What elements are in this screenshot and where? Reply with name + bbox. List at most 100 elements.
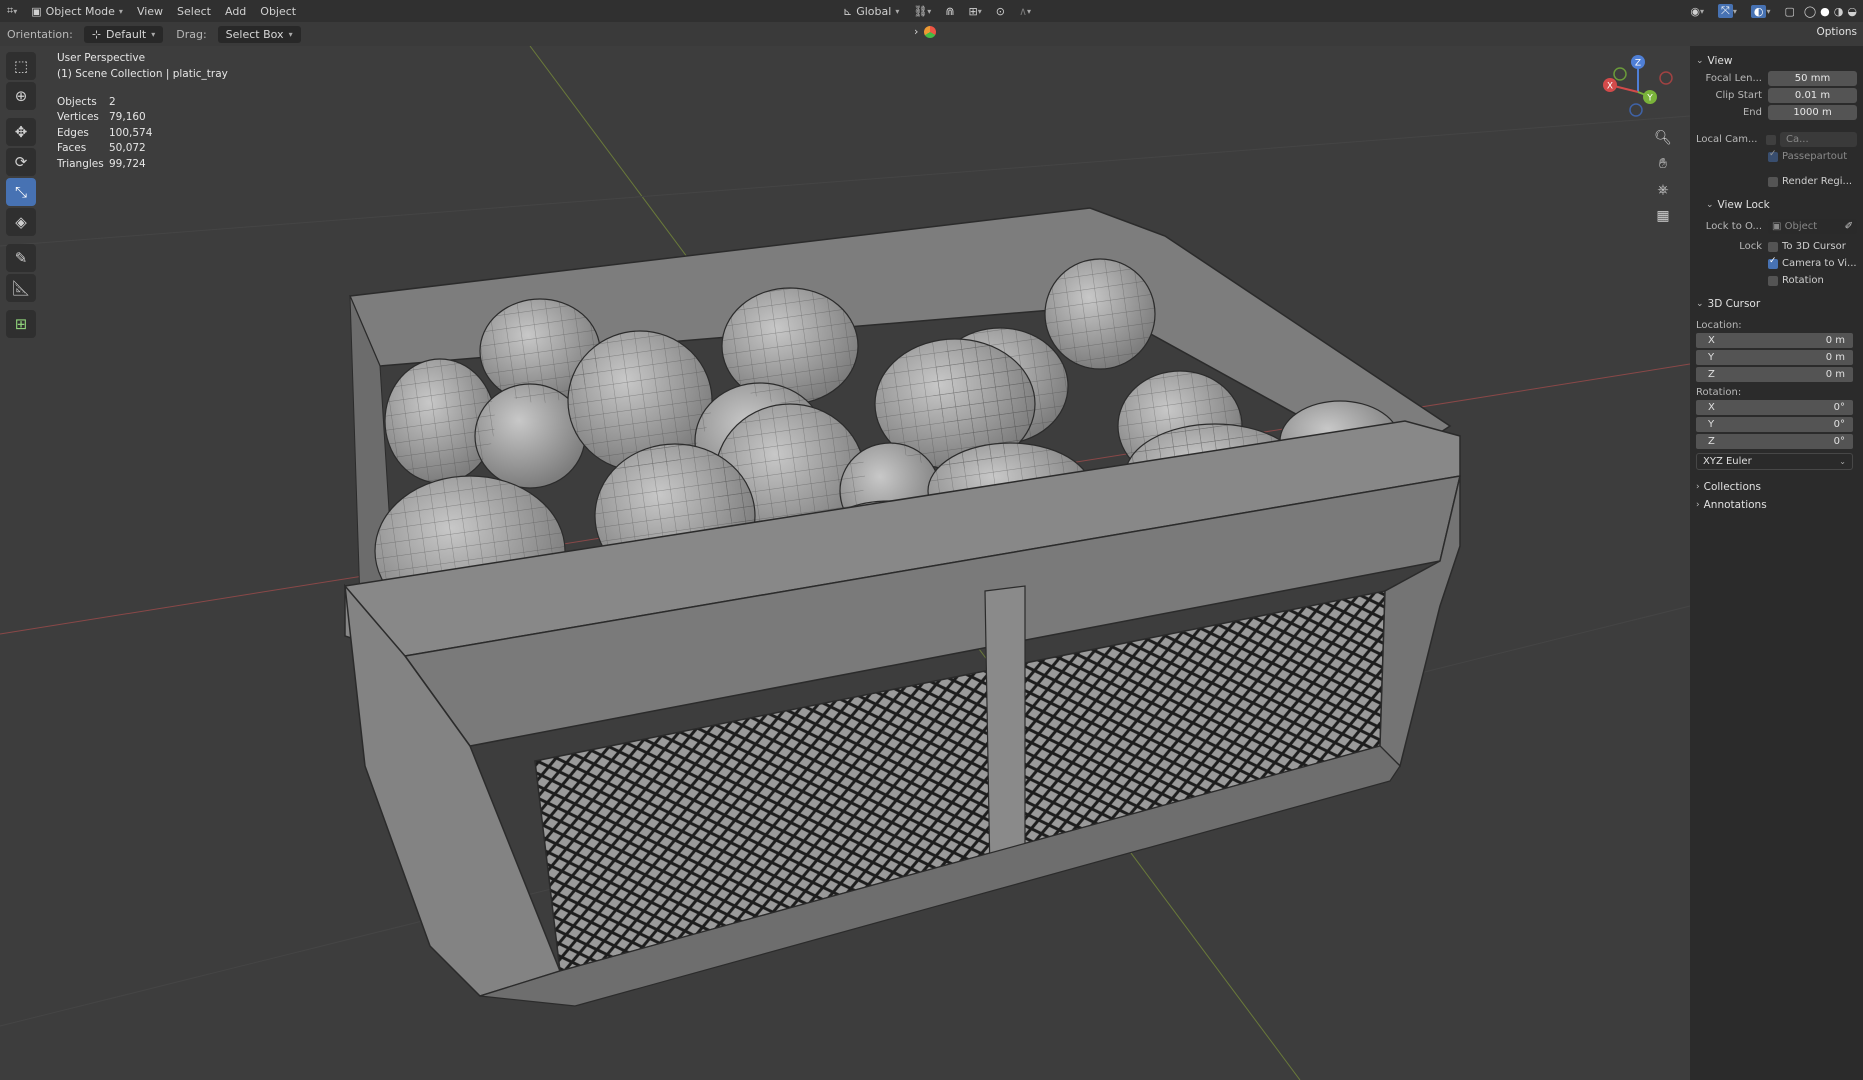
- navigation-gizmo[interactable]: Z X Y: [1598, 52, 1678, 132]
- clip-end-field[interactable]: 1000 m: [1768, 105, 1857, 120]
- transform-icon: ◈: [15, 213, 27, 231]
- stat-row: Vertices 79,160: [57, 111, 146, 124]
- transform-tool[interactable]: ◈: [6, 208, 36, 236]
- editor-type-button[interactable]: ⌗ ▾: [0, 0, 24, 22]
- chevron-down-icon: ▾: [288, 29, 293, 39]
- orientation-dropdown[interactable]: ⊹ Default ▾: [83, 25, 164, 43]
- cursor-rotation-z[interactable]: Z 0°: [1696, 434, 1853, 449]
- measure-tool[interactable]: 📐︎: [6, 274, 36, 302]
- top-header-bar: ⌗ ▾ ▣ Object Mode ▾ View Select Add Objec…: [0, 0, 1863, 22]
- scene-statistics: Objects 2 Vertices 79,160 Edges 100,574 Fac…: [57, 94, 152, 172]
- menu-select[interactable]: Select: [170, 0, 218, 22]
- move-arrows-icon: ✥: [14, 123, 28, 141]
- lock-object-field[interactable]: ▣ Object ✐: [1768, 219, 1857, 234]
- proportional-edit-toggle[interactable]: ⊙: [989, 0, 1012, 22]
- orientation-axes-icon: ⊾: [843, 4, 853, 18]
- stat-row: Objects 2: [57, 95, 116, 108]
- rotate-tool[interactable]: ⟳: [6, 148, 36, 176]
- shading-material[interactable]: ◑: [1832, 0, 1846, 22]
- snap-toggle[interactable]: ⋒: [938, 0, 961, 22]
- menu-view[interactable]: View: [130, 0, 170, 22]
- options-button[interactable]: Options: [1816, 26, 1857, 38]
- pivot-point-button[interactable]: ⛓ ▾: [906, 0, 938, 22]
- render-region-checkbox[interactable]: [1768, 176, 1778, 187]
- rotate-icon: ⟳: [14, 153, 28, 171]
- material-sphere-icon: ◑: [1833, 4, 1844, 18]
- falloff-curve-icon: ∧: [1018, 4, 1028, 18]
- collection-label: (1) Scene Collection | platic_tray: [57, 68, 228, 80]
- local-camera-field[interactable]: Ca...: [1780, 132, 1857, 147]
- lock-rotation-checkbox[interactable]: [1768, 275, 1778, 286]
- stat-row: Faces 50,072: [57, 142, 146, 155]
- move-tool[interactable]: ✥: [6, 118, 36, 146]
- eyedropper-icon[interactable]: ✐: [1845, 219, 1857, 234]
- drag-dropdown[interactable]: Select Box ▾: [217, 25, 301, 43]
- cursor-location-x[interactable]: X0 m: [1696, 333, 1853, 348]
- shading-solid[interactable]: ●: [1818, 0, 1832, 22]
- focal-length-field[interactable]: 50 mm: [1768, 71, 1857, 86]
- grid-line: [0, 115, 1690, 247]
- asset-shelf-icon[interactable]: [924, 25, 937, 38]
- passepartout-checkbox[interactable]: [1768, 149, 1778, 162]
- camera-to-view-checkbox[interactable]: [1768, 256, 1778, 269]
- view-lock-header[interactable]: ⌄ View Lock: [1690, 196, 1863, 214]
- cursor-rotation-x[interactable]: X 0°: [1696, 400, 1853, 415]
- cursor-arrow-icon: ⬚: [13, 57, 29, 75]
- rotation-mode-dropdown[interactable]: XYZ Euler ⌄: [1696, 453, 1853, 470]
- cursor-tool[interactable]: ⊕: [6, 82, 36, 110]
- svg-text:Z: Z: [1635, 59, 1641, 69]
- projection-toggle-button[interactable]: ▦: [1650, 204, 1676, 228]
- scale-tool[interactable]: ⤡: [6, 178, 36, 206]
- local-camera-checkbox[interactable]: [1766, 134, 1776, 145]
- overlays-toggle[interactable]: ◐ ▾: [1744, 0, 1778, 22]
- link-icon: ⛓: [913, 4, 928, 18]
- lock-to-object-prop: Lock to O... ▣ Object ✐: [1690, 218, 1863, 235]
- snap-target-dropdown[interactable]: ⊞ ▾: [962, 0, 989, 22]
- tray-center-post: [984, 585, 1026, 877]
- falloff-dropdown[interactable]: ∧ ▾: [1012, 0, 1038, 22]
- crosshair-icon: ⊕: [14, 87, 28, 105]
- scale-icon: ⤡: [14, 183, 27, 201]
- chevron-down-icon: ▾: [895, 6, 900, 16]
- menu-add[interactable]: Add: [218, 0, 253, 22]
- mode-dropdown[interactable]: ▣ Object Mode ▾: [24, 0, 130, 22]
- magnifier-icon: 🔍︎: [1654, 130, 1672, 146]
- to-3d-cursor-checkbox[interactable]: [1768, 241, 1778, 252]
- annotations-header[interactable]: › Annotations: [1690, 496, 1863, 514]
- gizmo-toggle[interactable]: ⤧ ▾: [1711, 0, 1744, 22]
- cursor-location-z[interactable]: Z0 m: [1696, 367, 1853, 382]
- pan-button[interactable]: ✋︎: [1650, 152, 1676, 176]
- add-cube-tool[interactable]: ⊞: [6, 310, 36, 338]
- snap-icon: ⊞: [968, 4, 978, 18]
- passepartout-prop: Passepartout: [1690, 148, 1863, 165]
- xray-icon: ▢: [1784, 4, 1795, 18]
- zoom-button[interactable]: 🔍︎: [1650, 126, 1676, 150]
- select-box-tool[interactable]: ⬚: [6, 52, 36, 80]
- visibility-dropdown[interactable]: ◉ ▾: [1683, 0, 1711, 22]
- cursor-location-y[interactable]: Y0 m: [1696, 350, 1853, 365]
- clip-end-prop: End 1000 m: [1690, 104, 1863, 121]
- 3d-viewport[interactable]: User Perspective (1) Scene Collection | …: [0, 46, 1690, 1080]
- menu-object[interactable]: Object: [253, 0, 303, 22]
- chevron-down-icon: ⌄: [1696, 56, 1704, 66]
- cursor-rotation-y[interactable]: Y 0°: [1696, 417, 1853, 432]
- expand-chevron-icon[interactable]: ›: [914, 25, 918, 38]
- svg-text:X: X: [1607, 82, 1613, 92]
- shading-rendered[interactable]: ◒: [1845, 0, 1859, 22]
- transform-orientation-dropdown[interactable]: ⊾ Global ▾: [836, 0, 906, 22]
- add-cube-icon: ⊞: [14, 315, 28, 333]
- camera-view-button[interactable]: ⎈: [1650, 178, 1676, 202]
- view-panel-header[interactable]: ⌄ View: [1690, 52, 1863, 70]
- annotate-tool[interactable]: ✎: [6, 244, 36, 272]
- 3d-cursor-header[interactable]: ⌄ 3D Cursor: [1690, 295, 1863, 313]
- orientation-label: Orientation:: [7, 27, 73, 41]
- drag-label: Drag:: [176, 27, 207, 41]
- shading-wireframe[interactable]: ◯: [1802, 0, 1818, 22]
- axis-gizmo-svg: Z X Y: [1603, 55, 1673, 117]
- collections-header[interactable]: › Collections: [1690, 478, 1863, 496]
- local-camera-prop: Local Cam... Ca...: [1690, 131, 1863, 148]
- xray-toggle[interactable]: ▢: [1777, 0, 1801, 22]
- svg-text:Y: Y: [1646, 94, 1653, 104]
- axes-icon: ⊹: [91, 27, 102, 41]
- clip-start-field[interactable]: 0.01 m: [1768, 88, 1857, 103]
